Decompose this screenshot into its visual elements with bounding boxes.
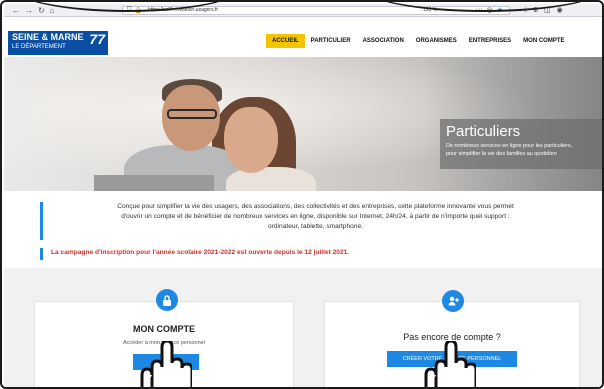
screen-frame: ← → ↻ ⌂ ⛉ 🔒 https://cel7.../relation-usa… bbox=[0, 0, 604, 389]
campaign-notice: La campagne d'inscription pour l'année s… bbox=[40, 248, 580, 260]
account-card-title: MON COMPTE bbox=[133, 324, 195, 334]
nav-item-accueil[interactable]: ACCUEIL bbox=[266, 34, 305, 48]
pointer-hand-icon bbox=[140, 341, 192, 387]
hero-banner: Particuliers De nombreux services en lig… bbox=[4, 57, 602, 191]
intro-line-3: ordinateur, tablette, smartphone. bbox=[268, 223, 363, 230]
account-icon[interactable]: ◉ bbox=[557, 6, 563, 14]
hero-title: Particuliers bbox=[446, 123, 521, 140]
lock-icon bbox=[156, 289, 178, 311]
site-header: SEINE & MARNE LE DÉPARTEMENT 77 ACCUEIL … bbox=[4, 17, 602, 57]
hero-subtitle-1: De nombreux services en ligne pour les p… bbox=[446, 143, 573, 149]
hero-caption: Particuliers De nombreux services en lig… bbox=[440, 119, 602, 169]
nav-item-organismes[interactable]: ORGANISMES bbox=[410, 34, 463, 48]
intro-line-1: Conçue pour simplifier la vie des usager… bbox=[117, 203, 514, 210]
account-section: MON COMPTE Accéder à mon espace personne… bbox=[4, 268, 602, 387]
back-icon[interactable]: ← bbox=[12, 6, 20, 15]
department-logo[interactable]: SEINE & MARNE LE DÉPARTEMENT 77 bbox=[8, 31, 108, 55]
forward-icon[interactable]: → bbox=[25, 6, 33, 15]
nav-item-entreprises[interactable]: ENTREPRISES bbox=[463, 34, 517, 48]
add-user-icon bbox=[442, 290, 464, 312]
hero-photo-glasses bbox=[167, 109, 217, 119]
intro-line-2: d'ouvrir un compte et de bénéficier de n… bbox=[121, 213, 510, 220]
hero-photo-woman bbox=[224, 107, 278, 173]
home-icon[interactable]: ⌂ bbox=[50, 6, 55, 15]
hero-photo-woman-body bbox=[226, 167, 316, 191]
reload-icon[interactable]: ↻ bbox=[38, 6, 45, 15]
hero-subtitle-2: pour simplifier la vie des familles au q… bbox=[446, 151, 557, 157]
nav-item-association[interactable]: ASSOCIATION bbox=[357, 34, 410, 48]
intro-text: Conçue pour simplifier la vie des usager… bbox=[40, 202, 580, 240]
nav-item-mon-compte[interactable]: MON COMPTE bbox=[517, 34, 570, 48]
hero-photo-laptop bbox=[94, 175, 214, 191]
main-nav: ACCUEIL PARTICULIER ASSOCIATION ORGANISM… bbox=[266, 34, 571, 48]
logo-number: 77 bbox=[89, 31, 105, 47]
pointer-hand-icon bbox=[424, 341, 476, 387]
nav-item-particulier[interactable]: PARTICULIER bbox=[305, 34, 357, 48]
